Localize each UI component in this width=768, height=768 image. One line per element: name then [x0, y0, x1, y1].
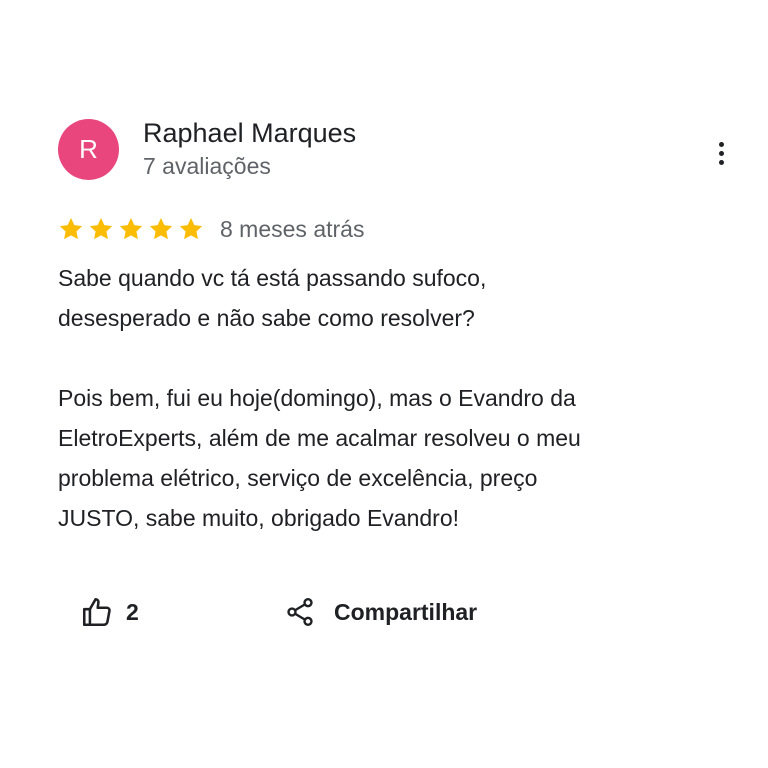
- star-icon: [89, 217, 113, 240]
- more-options-button[interactable]: [706, 136, 736, 170]
- review-paragraph: Sabe quando vc tá está passando sufoco, …: [58, 265, 487, 331]
- review-paragraph: Pois bem, fui eu hoje(domingo), mas o Ev…: [58, 385, 581, 531]
- star-icon: [59, 217, 83, 240]
- like-button[interactable]: 2: [80, 594, 139, 630]
- share-button[interactable]: Compartilhar: [284, 594, 477, 630]
- reviewer-reviews-count[interactable]: 7 avaliações: [143, 152, 271, 180]
- reviewer-name[interactable]: Raphael Marques: [143, 117, 356, 149]
- share-label: Compartilhar: [334, 598, 478, 625]
- thumbs-up-icon: [82, 597, 111, 627]
- review-text: Sabe quando vc tá está passando sufoco, …: [58, 258, 718, 538]
- review-date: 8 meses atrás: [220, 215, 365, 242]
- star-icon: [149, 217, 173, 240]
- avatar[interactable]: R: [58, 119, 119, 180]
- like-count: 2: [126, 598, 139, 625]
- rating-row: 8 meses atrás: [58, 214, 364, 244]
- star-icon: [119, 217, 143, 240]
- more-vert-icon: [718, 141, 724, 165]
- avatar-initial: R: [79, 134, 98, 164]
- star-rating: [58, 216, 204, 242]
- share-icon: [287, 598, 313, 626]
- star-icon: [179, 217, 203, 240]
